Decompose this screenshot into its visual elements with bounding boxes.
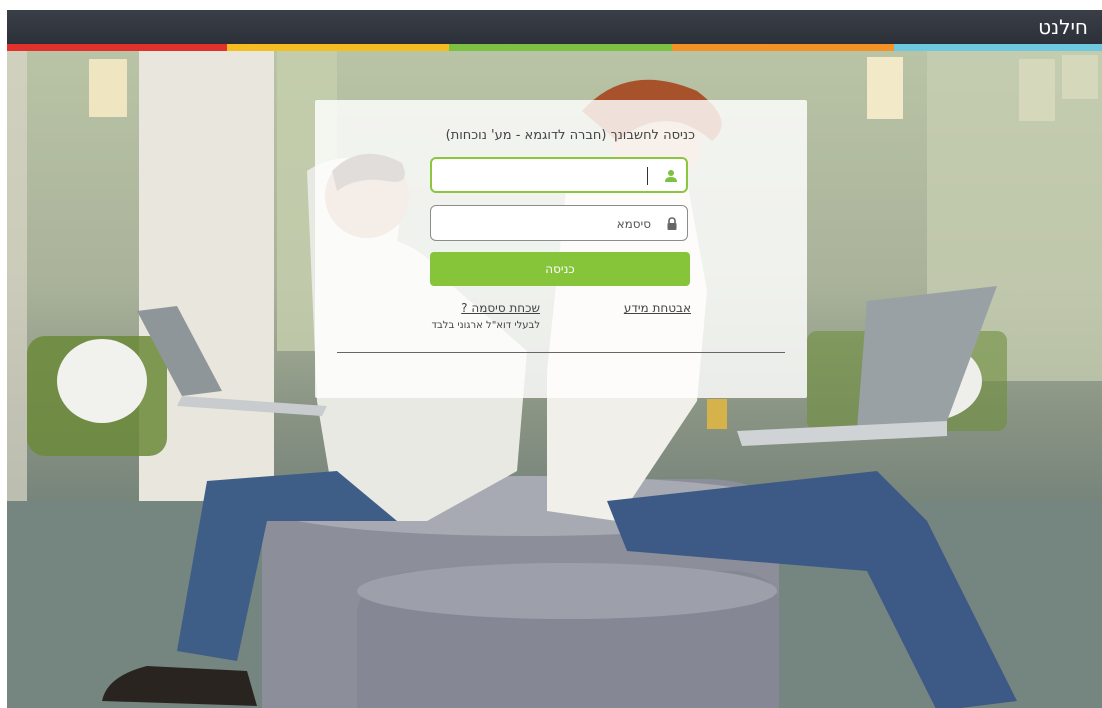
password-field[interactable] <box>430 205 688 242</box>
username-input[interactable] <box>440 159 654 193</box>
brand-logo: חילנט <box>1038 15 1088 39</box>
color-stripe <box>7 44 227 51</box>
app-frame: חילנט כניסה לחשבונך (חברה לדוגמא - מע' נ… <box>7 10 1102 708</box>
security-link[interactable]: אבטחת מידע <box>624 301 691 315</box>
color-stripe <box>227 44 449 51</box>
color-stripe <box>672 44 894 51</box>
forgot-password-link[interactable]: שכחת סיסמה ? <box>461 301 540 315</box>
lock-icon <box>665 216 679 230</box>
username-field[interactable] <box>430 157 688 193</box>
user-icon <box>664 168 678 182</box>
text-cursor <box>647 167 648 185</box>
login-title: כניסה לחשבונך (חברה לדוגמא - מע' נוכחות) <box>445 128 695 143</box>
login-card: כניסה לחשבונך (חברה לדוגמא - מע' נוכחות)… <box>315 100 807 398</box>
color-stripe <box>449 44 672 51</box>
password-input[interactable] <box>439 206 653 242</box>
color-stripe <box>894 44 1102 51</box>
divider <box>337 352 785 353</box>
forgot-password-note: לבעלי דוא"ל ארגוני בלבד <box>431 320 540 331</box>
top-bar: חילנט <box>7 10 1102 44</box>
login-button[interactable]: כניסה <box>430 252 690 286</box>
